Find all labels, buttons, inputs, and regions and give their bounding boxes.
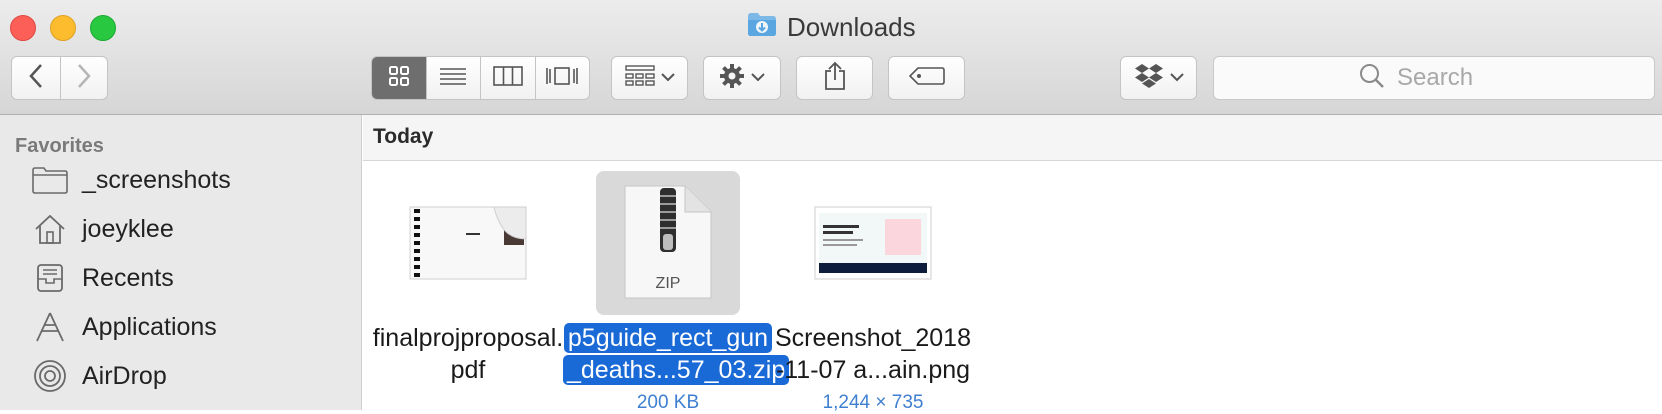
sidebar-item-screenshots[interactable]: _screenshots <box>30 160 231 200</box>
sidebar-item-label: Recents <box>82 263 174 292</box>
file-name-line2: pdf <box>450 356 486 384</box>
sidebar-heading: Favorites <box>15 135 104 157</box>
downloads-folder-icon <box>747 11 777 44</box>
sidebar-item-label: AirDrop <box>82 361 167 390</box>
chevron-down-icon <box>751 69 765 87</box>
arrange-icon <box>624 64 655 92</box>
chevron-left-icon <box>28 63 44 94</box>
pdf-thumbnail <box>396 171 540 315</box>
search-icon <box>1359 63 1385 94</box>
dropbox-button[interactable] <box>1120 56 1197 100</box>
file-name-line1: finalprojproposal. <box>372 324 564 352</box>
zip-thumbnail: ZIP <box>596 171 740 315</box>
back-button[interactable] <box>11 56 61 100</box>
section-header: Today <box>363 115 1662 161</box>
file-name: finalprojproposal. pdf <box>363 322 573 386</box>
file-name-line1: p5guide_rect_gun <box>563 323 773 353</box>
file-meta: 1,244 × 735 <box>822 392 924 413</box>
search-field[interactable] <box>1213 56 1655 100</box>
chevron-down-icon <box>1169 69 1184 87</box>
list-view-button[interactable] <box>427 57 481 99</box>
file-meta: 200 KB <box>636 392 700 413</box>
view-mode-control <box>371 56 590 100</box>
arrange-button[interactable] <box>611 56 688 100</box>
column-view-button[interactable] <box>481 57 536 99</box>
recents-icon <box>30 258 70 298</box>
zoom-button[interactable] <box>90 15 116 41</box>
file-name-line2: _deaths...57_03.zip <box>563 355 790 385</box>
sidebar-item-applications[interactable]: Applications <box>30 307 217 347</box>
cover-flow-icon <box>545 66 579 91</box>
applications-icon <box>30 307 70 347</box>
cover-flow-view-button[interactable] <box>536 57 590 99</box>
tags-button[interactable] <box>888 56 965 100</box>
list-icon <box>439 66 467 91</box>
window-title: Downloads <box>747 11 916 43</box>
sidebar-item-recents[interactable]: Recents <box>30 258 174 298</box>
share-button[interactable] <box>796 56 873 100</box>
icon-view-button[interactable] <box>372 57 427 99</box>
tag-icon <box>908 66 945 91</box>
window-title-text: Downloads <box>787 11 916 42</box>
zip-label: ZIP <box>656 275 681 292</box>
search-input[interactable] <box>1395 63 1509 93</box>
close-button[interactable] <box>10 15 36 41</box>
file-browser: Today finalprojproposal. pdf ZIP p5guide… <box>363 115 1662 413</box>
window-toolbar: Downloads <box>0 0 1662 115</box>
gear-icon <box>719 63 745 94</box>
sidebar-item-label: joeyklee <box>82 214 174 243</box>
file-name: p5guide_rect_gun _deaths...57_03.zip <box>563 322 790 386</box>
png-thumbnail <box>801 171 945 315</box>
home-icon <box>30 209 70 249</box>
sidebar-item-home[interactable]: joeyklee <box>30 209 174 249</box>
share-icon <box>823 61 847 96</box>
dropbox-icon <box>1134 63 1164 94</box>
action-button[interactable] <box>703 56 781 100</box>
file-name: Screenshot_2018 -11-07 a...ain.png <box>768 322 978 386</box>
chevron-right-icon <box>76 63 92 94</box>
minimize-button[interactable] <box>50 15 76 41</box>
file-name-line2: -11-07 a...ain.png <box>775 356 971 384</box>
folder-icon <box>30 160 70 200</box>
columns-icon <box>492 65 523 91</box>
forward-button[interactable] <box>60 56 108 100</box>
chevron-down-icon <box>660 69 675 87</box>
sidebar-item-airdrop[interactable]: AirDrop <box>30 356 167 396</box>
sidebar: Favorites _screenshots joeyklee Recents … <box>0 115 362 410</box>
airdrop-icon <box>30 356 70 396</box>
file-name-line1: Screenshot_2018 <box>775 324 971 352</box>
sidebar-item-label: Applications <box>82 312 217 341</box>
sidebar-item-label: _screenshots <box>82 165 231 194</box>
grid-icon <box>388 65 409 91</box>
